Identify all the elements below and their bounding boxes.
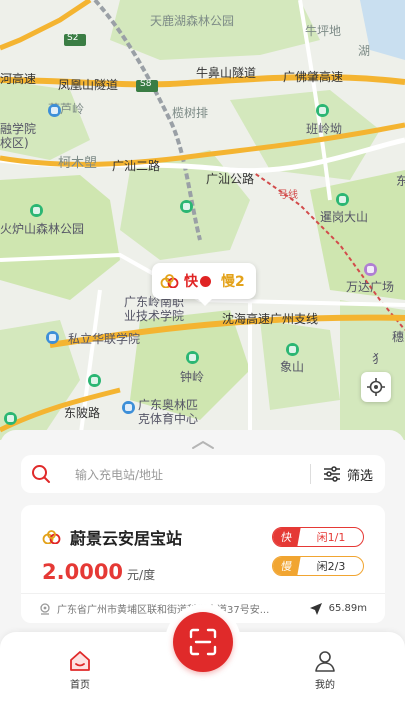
filter-button[interactable]: 筛选 (311, 465, 385, 484)
station-logo-icon (42, 530, 61, 544)
map-label: 万达广场 (346, 280, 395, 294)
sheet-handle-chevron-up-icon[interactable] (191, 440, 215, 450)
station-price: 2.0000 元/度 (42, 560, 155, 584)
marker-dot (200, 275, 211, 287)
park-poi-icon[interactable] (180, 200, 193, 213)
slow-idle-count: 闲2/3 (316, 560, 346, 573)
map-label: 河高速 (0, 72, 37, 86)
park-poi-icon[interactable] (316, 104, 329, 117)
map-label: S2 (67, 33, 79, 43)
map-label: 穗 (392, 330, 405, 344)
scan-button[interactable] (173, 612, 233, 672)
home-icon (70, 651, 90, 671)
scan-button-wrap (165, 604, 241, 680)
map-label: 东陂路 (64, 406, 101, 420)
nav-mine-label: 我的 (315, 680, 335, 691)
map-label: S8 (140, 79, 152, 89)
nav-mine[interactable]: 我的 (295, 650, 355, 691)
sports-poi-icon[interactable] (122, 401, 135, 414)
school-poi-icon[interactable] (48, 104, 61, 117)
map-label: 沈海高速广州支线 (222, 312, 319, 326)
map-label: 湖 (358, 44, 371, 58)
shopping-poi-icon[interactable] (364, 263, 377, 276)
station-marker[interactable]: 快 慢2 (152, 263, 256, 306)
map-label: 钟岭 (180, 370, 205, 384)
search-bar[interactable]: 输入充电站/地址 筛选 (21, 455, 385, 493)
marker-fast-label: 快 (184, 274, 198, 290)
marker-slow-label: 慢2 (221, 274, 245, 290)
park-poi-icon[interactable] (186, 351, 199, 364)
park-poi-icon[interactable] (4, 412, 17, 425)
map-label: 广汕公路 (206, 172, 255, 186)
crosshair-icon (367, 378, 385, 396)
nav-home-label: 首页 (70, 680, 90, 691)
map-label: 克体育中心 (138, 412, 199, 426)
bus-poi-icon[interactable] (88, 374, 101, 387)
map-label: 校区) (0, 136, 29, 150)
station-name: 蔚景云安居宝站 (70, 529, 183, 548)
price-value: 2.0000 (42, 560, 124, 584)
map-label: 业技术学院 (124, 309, 185, 323)
slow-charger-badge: 慢 闲2/3 (272, 556, 364, 576)
map-label: 象山 (280, 360, 305, 374)
school-poi-icon[interactable] (46, 331, 59, 344)
filter-sliders-icon (323, 466, 340, 482)
scan-icon (189, 628, 217, 656)
map-label: 私立华联学院 (68, 332, 141, 346)
search-input[interactable]: 输入充电站/地址 (61, 466, 310, 483)
map-label: 牛鼻山隧道 (196, 66, 257, 80)
charger-tags: 快 闲1/1 慢 闲2/3 (272, 527, 364, 585)
map-label: 榄树排 (172, 106, 209, 120)
slow-tag-label: 慢 (273, 557, 301, 575)
navigate-arrow-icon (309, 602, 322, 615)
fast-idle-count: 闲1/1 (316, 531, 346, 544)
user-icon (315, 651, 335, 672)
map-label: 班岭坳 (306, 122, 343, 136)
nav-home[interactable]: 首页 (50, 650, 110, 691)
map-label: 柯木塱 (58, 156, 98, 171)
fast-tag-label: 快 (273, 528, 301, 546)
fast-charger-badge: 快 闲1/1 (272, 527, 364, 547)
filter-label: 筛选 (346, 468, 373, 484)
price-unit: 元/度 (127, 568, 156, 582)
map-label: 犭 (372, 352, 385, 366)
map-label: 号线 (278, 190, 298, 201)
map-label: 凤凰山隧道 (58, 78, 119, 92)
map-label: 广汕二路 (112, 159, 161, 173)
map-label: 广佛肇高速 (283, 70, 344, 84)
map-label: 火炉山森林公园 (0, 222, 85, 236)
map-label: 天鹿湖森林公园 (150, 14, 235, 28)
locate-button[interactable] (361, 372, 391, 402)
park-poi-icon[interactable] (286, 343, 299, 356)
park-poi-icon[interactable] (30, 204, 43, 217)
station-title: 蔚景云安居宝站 (42, 525, 182, 549)
map-label: 暹岗大山 (320, 210, 369, 224)
map-label: 牛坪地 (305, 24, 342, 38)
search-icon (32, 465, 50, 483)
map-label: 东 (396, 174, 405, 188)
distance-value: 65.89m (328, 603, 367, 614)
location-pin-icon (40, 602, 50, 615)
park-poi-icon[interactable] (336, 193, 349, 206)
map-view[interactable]: 天鹿湖森林公园 牛坪地 湖 S2 S8 河高速 凤凰山隧道 牛鼻山隧道 广佛肇高… (0, 0, 405, 440)
station-distance[interactable]: 65.89m (309, 602, 367, 616)
station-logo-icon (160, 274, 179, 288)
